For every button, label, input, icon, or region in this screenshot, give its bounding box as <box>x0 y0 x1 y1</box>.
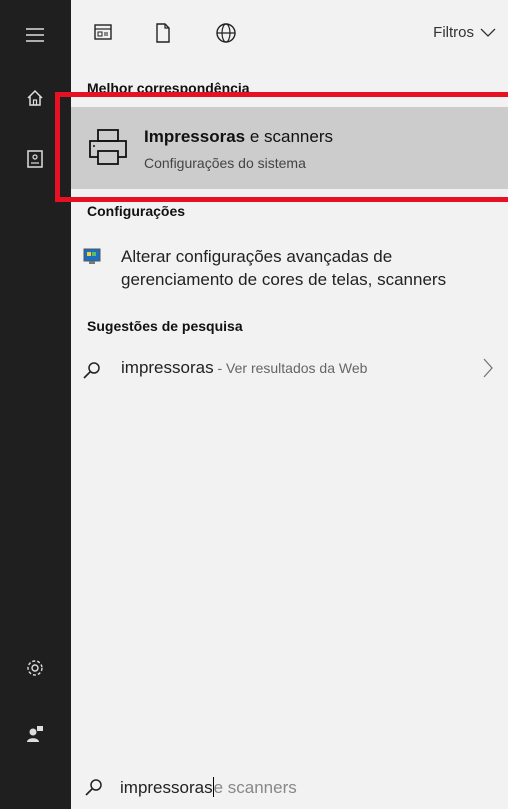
settings-heading: Configurações <box>87 203 186 219</box>
search-input[interactable]: impressorase scanners <box>120 777 297 798</box>
settings-gear-icon[interactable] <box>24 657 46 679</box>
display-color-icon <box>83 248 103 266</box>
documents-filter-icon[interactable] <box>153 22 175 44</box>
color-management-text: Alterar configurações avançadas de geren… <box>121 247 447 289</box>
apps-filter-icon[interactable] <box>93 22 115 44</box>
search-box-icon <box>85 778 105 798</box>
chevron-right-icon <box>483 358 495 380</box>
chevron-down-icon <box>480 28 496 37</box>
hamburger-menu-icon[interactable] <box>24 24 46 46</box>
search-icon <box>83 361 103 381</box>
filter-bar: Filtros <box>71 0 508 64</box>
filters-label: Filtros <box>433 24 474 41</box>
highlight-annotation-box <box>55 92 508 202</box>
web-filter-icon[interactable] <box>215 22 237 44</box>
suggestion-query: impressoras - Ver resultados da Web <box>121 358 368 377</box>
search-suggestions-heading: Sugestões de pesquisa <box>87 318 243 334</box>
feedback-icon[interactable] <box>24 723 46 745</box>
notebook-icon[interactable] <box>24 148 46 170</box>
web-suggestion-item[interactable]: impressoras - Ver resultados da Web <box>83 356 503 384</box>
suggestion-hint: - Ver resultados da Web <box>213 360 368 376</box>
search-box[interactable]: impressorase scanners <box>71 763 508 809</box>
home-icon[interactable] <box>24 87 46 109</box>
autocomplete-suggestion: e scanners <box>213 778 297 797</box>
filters-dropdown[interactable]: Filtros <box>433 24 496 41</box>
